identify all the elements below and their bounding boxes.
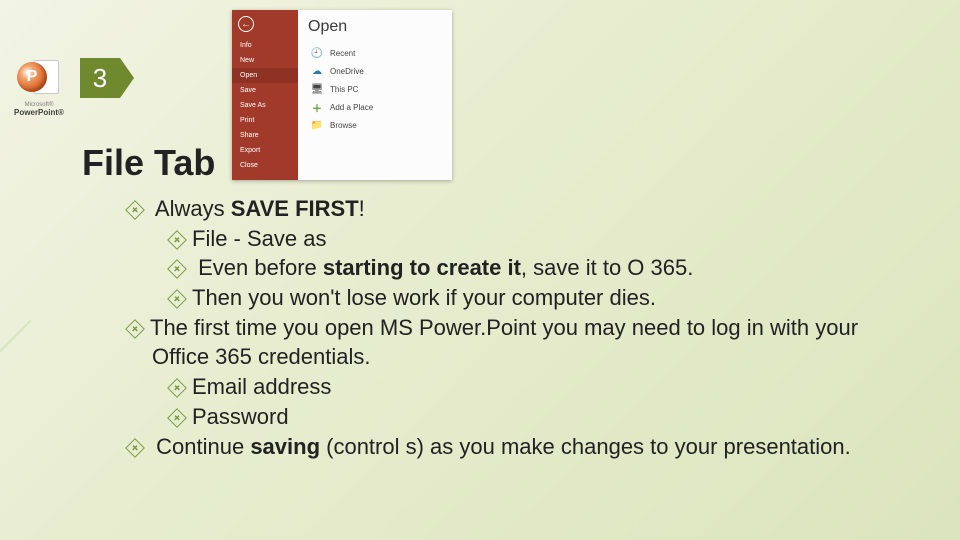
- bs-opt-onedrive: ☁OneDrive: [308, 62, 442, 80]
- bs-item-export: Export: [232, 143, 298, 158]
- bullet-1-1: File - Save as: [170, 224, 920, 254]
- bs-opt-thispc: 🖥This PC: [308, 80, 442, 98]
- slide-number: 3: [80, 58, 120, 98]
- bs-opt-recent: 🕘Recent: [308, 44, 442, 62]
- bullet-2-1: Email address: [170, 372, 920, 402]
- bs-item-saveas: Save As: [232, 98, 298, 113]
- slide-body: Always SAVE FIRST! File - Save as Even b…: [128, 194, 920, 461]
- cloud-icon: ☁: [310, 65, 324, 77]
- bullet-3: Continue saving (control s) as you make …: [128, 432, 920, 462]
- folder-icon: 📁: [310, 119, 324, 131]
- bs-opt-addplace: ＋Add a Place: [308, 98, 442, 116]
- powerpoint-icon: P: [17, 56, 61, 100]
- backstage-screenshot: ← Info New Open Save Save As Print Share…: [232, 10, 452, 180]
- back-arrow-icon: ←: [238, 16, 254, 32]
- bullet-2-2: Password: [170, 402, 920, 432]
- backstage-title: Open: [308, 18, 442, 36]
- bs-item-share: Share: [232, 128, 298, 143]
- bs-item-info: Info: [232, 38, 298, 53]
- plus-icon: ＋: [310, 101, 324, 113]
- bs-item-new: New: [232, 53, 298, 68]
- brand-label: Microsoft® PowerPoint®: [8, 102, 70, 117]
- page-title: File Tab: [82, 142, 215, 184]
- slide: P Microsoft® PowerPoint® 3 ← Info New Op…: [0, 0, 960, 540]
- powerpoint-logo: P Microsoft® PowerPoint®: [8, 56, 70, 117]
- bs-item-print: Print: [232, 113, 298, 128]
- clock-icon: 🕘: [310, 47, 324, 59]
- bs-opt-browse: 📁Browse: [308, 116, 442, 134]
- bs-item-save: Save: [232, 83, 298, 98]
- pp-letter: P: [17, 62, 47, 92]
- bullet-1-2: Even before starting to create it, save …: [170, 253, 920, 283]
- bullet-1-3: Then you won't lose work if your compute…: [170, 283, 920, 313]
- bullet-2: The first time you open MS Power.Point y…: [128, 313, 920, 372]
- bs-item-close: Close: [232, 158, 298, 173]
- pc-icon: 🖥: [310, 83, 324, 95]
- bs-item-open: Open: [232, 68, 298, 83]
- backstage-menu: ← Info New Open Save Save As Print Share…: [232, 10, 298, 180]
- backstage-panel: Open 🕘Recent ☁OneDrive 🖥This PC ＋Add a P…: [298, 10, 452, 180]
- bullet-1: Always SAVE FIRST!: [128, 194, 920, 224]
